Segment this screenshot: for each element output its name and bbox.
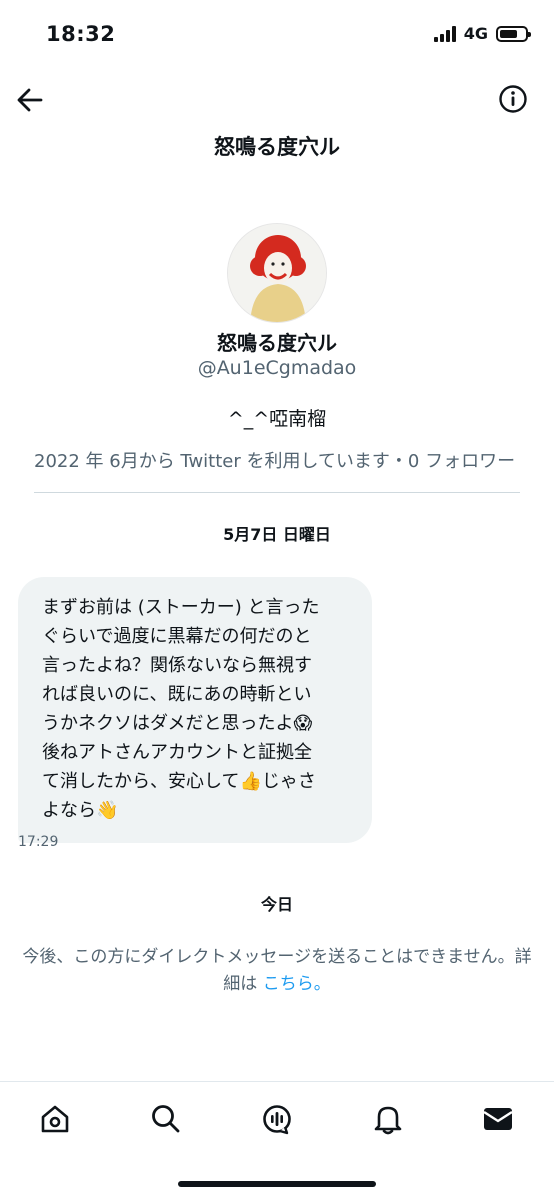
arrow-left-icon xyxy=(17,88,43,112)
avatar-image xyxy=(228,224,326,322)
message-timestamp: 17:29 xyxy=(18,834,59,850)
battery-icon xyxy=(496,25,531,42)
message-line: て消したから、安心して👍じゃさ xyxy=(42,771,316,792)
messages-icon xyxy=(483,1108,513,1130)
message-line: 後ねアトさんアカウントと証拠全 xyxy=(42,742,312,763)
signal-icon xyxy=(433,25,456,42)
profile-handle: @Au1eCgmadao xyxy=(197,357,357,379)
notifications-icon xyxy=(374,1106,402,1135)
message-line: ぐらいで過度に黒幕だの何だのと xyxy=(42,626,312,647)
message-line: 言ったよね？関係ないなら無視す xyxy=(42,655,312,676)
date-separator-today: 今日 xyxy=(260,895,293,914)
learn-more-link[interactable]: こちら。 xyxy=(263,974,331,994)
search-icon xyxy=(152,1105,180,1133)
profile-bio: ^_^啞南榴 xyxy=(227,408,327,430)
status-time: 18:32 xyxy=(46,22,116,46)
message-line: うかネクソはダメだと思ったよ😱 xyxy=(42,713,313,734)
spaces-icon xyxy=(263,1105,291,1135)
profile-name: 怒鳴る度穴ル xyxy=(217,331,337,355)
home-icon xyxy=(41,1105,69,1133)
tab-search[interactable] xyxy=(149,1102,183,1136)
info-button[interactable] xyxy=(498,84,528,114)
dm-disabled-notice: 今後、この方にダイレクトメッセージを送ることはできません。詳細は こちら。 xyxy=(14,944,540,998)
message-line: よなら👋 xyxy=(42,800,119,821)
message-line: まずお前は (ストーカー) と言った xyxy=(42,597,320,618)
message-bubble[interactable]: まずお前は (ストーカー) と言った ぐらいで過度に黒幕だの何だのと 言ったよね… xyxy=(18,577,372,843)
tab-messages[interactable] xyxy=(481,1102,515,1136)
divider xyxy=(34,492,520,493)
home-indicator xyxy=(178,1181,376,1187)
message-line: れば良いのに、既にあの時斬とい xyxy=(42,684,312,705)
tab-spaces[interactable] xyxy=(260,1102,294,1136)
date-separator: 5月7日 日曜日 xyxy=(223,525,331,544)
tab-notifications[interactable] xyxy=(371,1102,405,1136)
info-icon xyxy=(499,85,527,113)
status-indicators: 4G xyxy=(433,24,531,43)
page-title: 怒鳴る度穴ル xyxy=(214,135,340,159)
avatar[interactable] xyxy=(227,223,327,323)
profile-meta: 2022 年 6月から Twitter を利用しています・0 フォロワー xyxy=(34,451,516,472)
status-bar: 18:32 4G xyxy=(0,0,554,70)
network-type: 4G xyxy=(463,24,488,43)
tab-home[interactable] xyxy=(38,1102,72,1136)
back-button[interactable] xyxy=(14,84,46,116)
